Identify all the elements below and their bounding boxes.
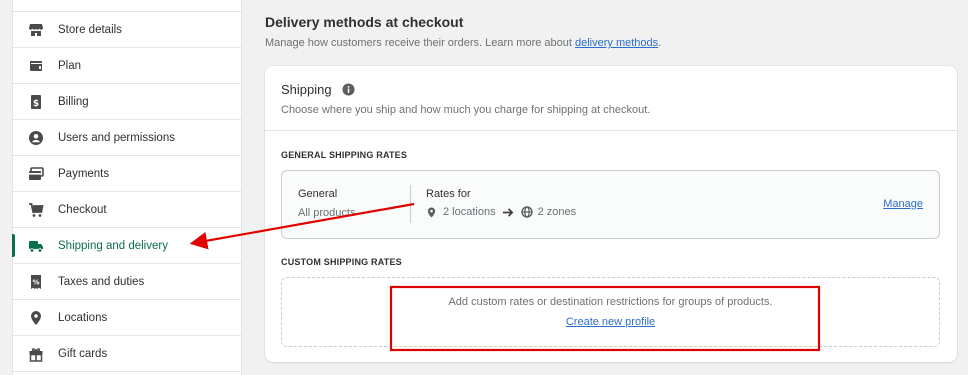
plan-icon [28, 58, 44, 74]
truck-icon [28, 238, 44, 254]
shipping-card-title: Shipping [281, 82, 332, 97]
sidebar-item-label: Plan [58, 59, 82, 72]
sidebar-item-shipping-and-delivery[interactable]: Shipping and delivery [12, 228, 241, 264]
create-profile-link-wrap: Create new profile [282, 316, 939, 328]
shipping-card-subtitle: Choose where you ship and how much you c… [281, 104, 651, 116]
locations-count: 2 locations [443, 206, 496, 218]
sidebar-item-checkout[interactable]: Checkout [13, 192, 241, 228]
sidebar-item-billing[interactable]: $ Billing [13, 84, 241, 120]
manage-link[interactable]: Manage [883, 198, 923, 210]
sidebar-item-label: Taxes and duties [58, 275, 145, 288]
svg-text:%: % [32, 278, 39, 286]
sidebar-item-locations[interactable]: Locations [13, 300, 241, 336]
rates-for-block: Rates for 2 locations 2 zones [426, 188, 576, 218]
sidebar-item-label: Billing [58, 95, 89, 108]
sidebar-item-label: Checkout [58, 203, 107, 216]
sidebar-item-taxes-and-duties[interactable]: % Taxes and duties [13, 264, 241, 300]
general-shipping-rates-heading: GENERAL SHIPPING RATES [281, 150, 408, 160]
sidebar-item-plan[interactable]: Plan [13, 48, 241, 84]
general-shipping-profile: General All products Rates for 2 locatio… [281, 170, 940, 239]
settings-sidebar: Store details Plan $ Billing Users and p… [12, 0, 242, 375]
sidebar-item-gift-cards[interactable]: Gift cards [13, 336, 241, 372]
sidebar-item-label: Shipping and delivery [58, 239, 168, 252]
info-icon[interactable] [342, 83, 355, 96]
custom-rates-description: Add custom rates or destination restrict… [448, 296, 773, 308]
sidebar-item-label: Payments [58, 167, 110, 180]
shipping-card-title-row: Shipping [281, 82, 355, 97]
sidebar-item-payments[interactable]: Payments [13, 156, 241, 192]
create-new-profile-link[interactable]: Create new profile [566, 316, 655, 328]
description-text: Manage how customers receive their order… [265, 37, 575, 49]
arrow-right-icon [502, 207, 515, 218]
gift-icon [28, 346, 44, 362]
delivery-methods-link[interactable]: delivery methods [575, 37, 658, 49]
rates-for-label: Rates for [426, 188, 471, 200]
sidebar-item-label: Store details [58, 23, 122, 36]
svg-text:$: $ [33, 99, 39, 109]
sidebar-top-item-partial[interactable] [13, 0, 241, 12]
tax-icon: % [28, 274, 44, 290]
shipping-card-header: Shipping [281, 82, 355, 97]
user-icon [28, 130, 44, 146]
profile-products: All products [298, 207, 356, 219]
globe-icon [520, 206, 533, 218]
sidebar-item-users-and-permissions[interactable]: Users and permissions [13, 120, 241, 156]
shipping-card: Shipping Choose where you ship and how m… [265, 66, 957, 362]
store-icon [28, 22, 44, 38]
location-pin-icon [28, 310, 44, 326]
divider [410, 185, 411, 223]
zones-count: 2 zones [537, 206, 577, 218]
rates-summary: 2 locations 2 zones [426, 206, 576, 218]
payments-icon [28, 166, 44, 182]
location-pin-icon [426, 206, 437, 218]
custom-shipping-empty-state: Add custom rates or destination restrict… [281, 277, 940, 347]
custom-shipping-rates-heading: CUSTOM SHIPPING RATES [281, 257, 402, 267]
sidebar-item-label: Locations [58, 311, 108, 324]
description-period: . [658, 37, 662, 49]
billing-icon: $ [28, 94, 44, 110]
section-description: Manage how customers receive their order… [265, 37, 661, 49]
sidebar-item-store-details[interactable]: Store details [13, 12, 241, 48]
profile-name-block: General All products [298, 188, 355, 219]
cart-icon [28, 202, 44, 218]
page-title: Delivery methods at checkout [265, 14, 464, 30]
sidebar-item-label: Users and permissions [58, 131, 175, 144]
sidebar-item-label: Gift cards [58, 347, 108, 360]
profile-name: General [298, 188, 338, 200]
divider [265, 130, 957, 131]
